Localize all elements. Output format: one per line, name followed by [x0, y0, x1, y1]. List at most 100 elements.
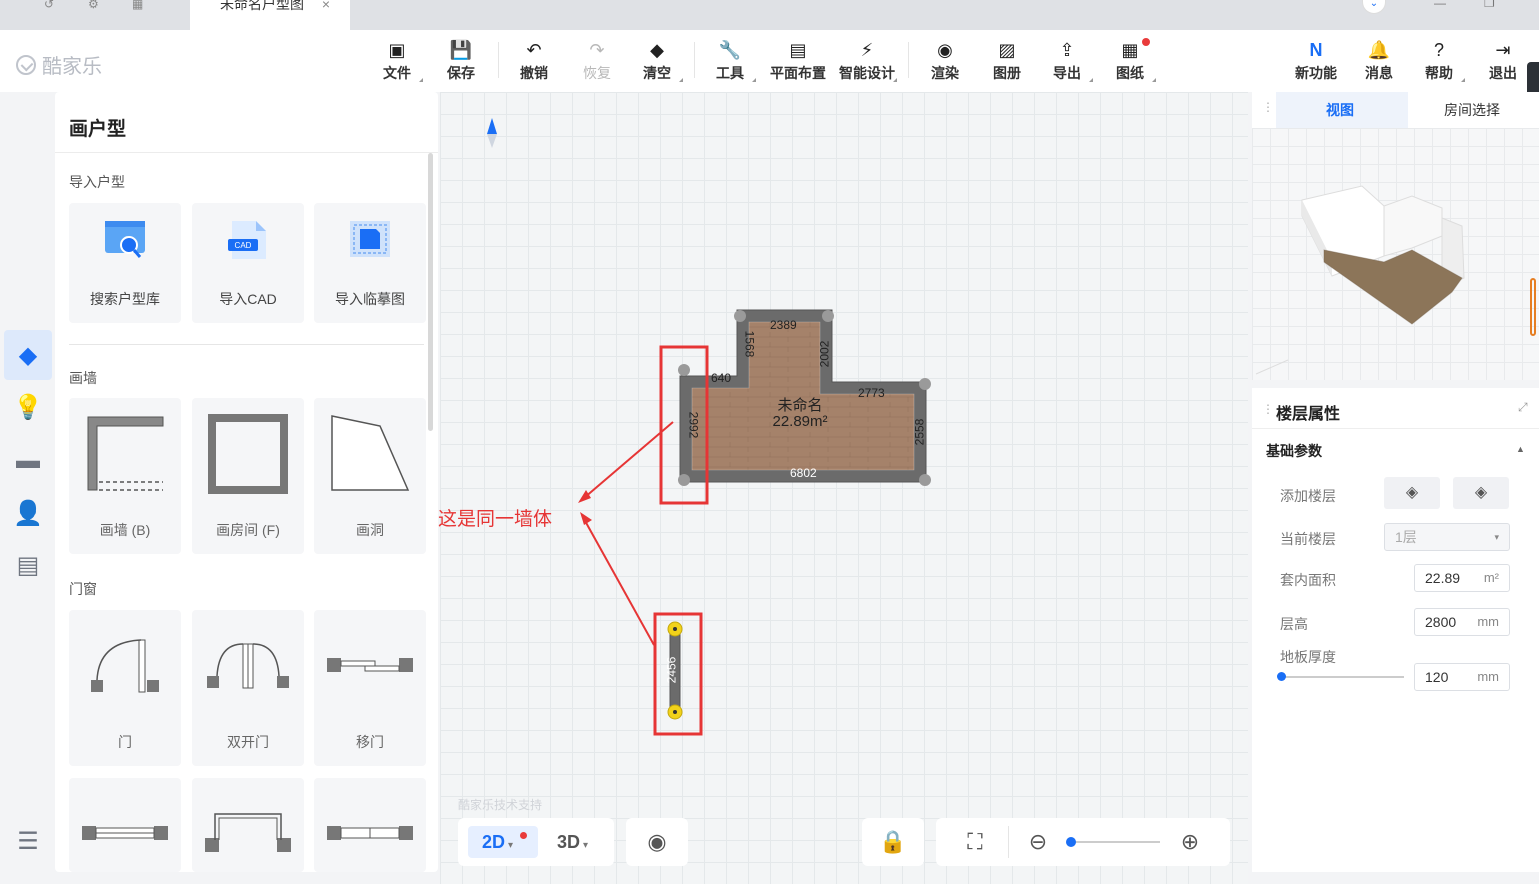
dim-top[interactable]: 2389 [770, 318, 797, 332]
lock-icon[interactable]: 🔒 [862, 818, 924, 866]
floorplan-drawing [578, 309, 931, 736]
import-trace-card[interactable]: 导入临摹图 [314, 203, 426, 323]
dim-separate-wall[interactable]: 2456 [664, 657, 678, 684]
grid-icon[interactable]: ▦ [132, 0, 148, 10]
tools-button[interactable]: 🔧 工具 [700, 38, 760, 86]
current-floor-label: 当前楼层 [1280, 531, 1336, 547]
layout-button[interactable]: ▤ 平面布置 [764, 38, 832, 86]
zoom-slider-track[interactable] [1072, 841, 1160, 843]
dim-right-inner[interactable]: 2002 [817, 341, 831, 368]
eye-icon[interactable]: ◉ [626, 818, 688, 866]
cabinet-icon[interactable]: ▤ [4, 540, 52, 590]
dim-left-top[interactable]: 640 [711, 371, 731, 385]
restore-icon[interactable]: ❐ [1484, 0, 1495, 9]
dim-left[interactable]: 2992 [686, 412, 700, 439]
long-window-icon [327, 826, 413, 840]
watermark: 酷家乐技术支持 [458, 798, 543, 812]
album-button[interactable]: ▨ 图册 [977, 38, 1037, 86]
add-floor-down-button[interactable]: ◈ [1453, 477, 1509, 509]
import-section-title: 导入户型 [69, 174, 125, 190]
lightbulb-icon[interactable]: 💡 [4, 382, 52, 432]
drag-handle-icon[interactable]: ⋮ [1262, 402, 1274, 416]
height-label: 层高 [1280, 616, 1308, 632]
current-floor-select[interactable]: 1层 ▾ [1384, 523, 1510, 551]
add-floor-up-button[interactable]: ◈ [1384, 477, 1440, 509]
basic-params-title: 基础参数 [1266, 443, 1322, 459]
draw-wall-icon [87, 416, 164, 491]
bell-icon: 🔔 [1367, 40, 1391, 60]
menu-icon[interactable]: ☰ [4, 816, 52, 866]
image-icon: ▨ [998, 40, 1016, 60]
sofa-icon[interactable]: ▬ [4, 436, 52, 486]
trace-image-icon [350, 221, 390, 257]
sliding-door-card[interactable]: 移门 [314, 610, 426, 766]
title-bar: ↺ ⚙ ▦ 未命名户型图 × ⌄ — ❐ [0, 0, 1539, 30]
floor-thickness-slider-track[interactable] [1280, 676, 1404, 678]
wall-section-title: 画墙 [69, 370, 97, 386]
import-cad-card[interactable]: CAD 导入CAD [192, 203, 304, 323]
tab-view[interactable]: 视图 [1326, 100, 1354, 120]
draw-hole-card[interactable]: 画洞 [314, 398, 426, 554]
file-button[interactable]: ▣ 文件 [367, 38, 427, 86]
room-label[interactable]: 未命名 22.89m² [760, 398, 840, 430]
exit-button[interactable]: ⇥ 退出 [1473, 38, 1533, 86]
bay-window-card[interactable] [192, 778, 304, 872]
help-button[interactable]: ? 帮助 [1409, 38, 1469, 86]
sliding-door-icon [327, 658, 413, 672]
message-button[interactable]: 🔔 消息 [1349, 38, 1409, 86]
search-floorplan-card[interactable]: 搜索户型库 [69, 203, 181, 323]
chevron-down-icon[interactable]: ⌄ [1362, 0, 1386, 14]
render-button[interactable]: ◉ 渲染 [915, 38, 975, 86]
export-button[interactable]: ⇪ 导出 [1037, 38, 1097, 86]
draw-room-card[interactable]: 画房间 (F) [192, 398, 304, 554]
panel-scrollbar[interactable] [428, 153, 433, 431]
window-card[interactable] [69, 778, 181, 872]
door-card[interactable]: 门 [69, 610, 181, 766]
draw-wall-card[interactable]: 画墙 (B) [69, 398, 181, 554]
collapse-icon[interactable]: ▲ [1516, 444, 1525, 454]
zoom-slider-handle[interactable] [1066, 837, 1076, 847]
minimize-icon[interactable]: — [1434, 0, 1446, 9]
dim-right[interactable]: 2558 [912, 419, 926, 446]
user-icon[interactable]: 👤 [4, 488, 52, 538]
new-feature-button[interactable]: N 新功能 [1286, 38, 1346, 86]
double-door-card[interactable]: 双开门 [192, 610, 304, 766]
clear-button[interactable]: ◆ 清空 [627, 38, 687, 86]
settings-icon[interactable]: ⚙ [88, 0, 104, 10]
tab-room-select[interactable]: 房间选择 [1444, 100, 1500, 120]
chevron-down-icon: ▾ [1494, 532, 1499, 542]
save-button[interactable]: 💾 保存 [431, 38, 491, 86]
expand-icon[interactable]: ⤢ [1518, 400, 1528, 415]
drag-handle-icon[interactable]: ⋮ [1262, 100, 1274, 114]
dim-right-top[interactable]: 2773 [858, 386, 885, 400]
smart-design-button[interactable]: ⚡ 智能设计 [833, 38, 901, 86]
dim-left-inner[interactable]: 1568 [742, 331, 756, 358]
back-icon[interactable]: ↺ [44, 0, 60, 10]
panel-title: 画户型 [69, 119, 127, 140]
redo-button[interactable]: ↷ 恢复 [567, 38, 627, 86]
logo: 酷家乐 [16, 50, 102, 79]
mode-3d-button[interactable]: 3D ▾ [557, 826, 588, 858]
mode-2d-button[interactable]: 2D ▾ [468, 826, 538, 858]
zoom-in-icon[interactable]: ⊕ [1168, 818, 1212, 866]
close-icon[interactable]: × [322, 0, 330, 11]
3d-preview[interactable] [1252, 128, 1539, 380]
dim-bottom[interactable]: 6802 [790, 466, 817, 480]
tab-floorplan[interactable]: 未命名户型图 × [190, 0, 350, 30]
logo-text: 酷家乐 [42, 56, 102, 78]
zoom-out-icon[interactable]: ⊖ [1016, 818, 1060, 866]
floor-thickness-field[interactable]: 120 mm [1414, 663, 1510, 691]
layer-add-icon: ◈ [1405, 484, 1419, 501]
height-field[interactable]: 2800 mm [1414, 608, 1510, 636]
drawing-button[interactable]: ▦ 图纸 [1100, 38, 1160, 86]
undo-button[interactable]: ↶ 撤销 [504, 38, 564, 86]
draw-room-icon [208, 414, 288, 494]
area-field[interactable]: 22.89 m² [1414, 564, 1510, 592]
fit-screen-icon[interactable]: ⛶ [950, 818, 1000, 866]
notification-dot [520, 832, 527, 839]
floor-thickness-slider-handle[interactable] [1277, 672, 1286, 681]
svg-text:CAD: CAD [235, 241, 252, 250]
preview-scrollbar[interactable] [1530, 278, 1536, 336]
long-window-card[interactable] [314, 778, 426, 872]
floorplan-rail-icon[interactable]: ◆ [4, 330, 52, 380]
